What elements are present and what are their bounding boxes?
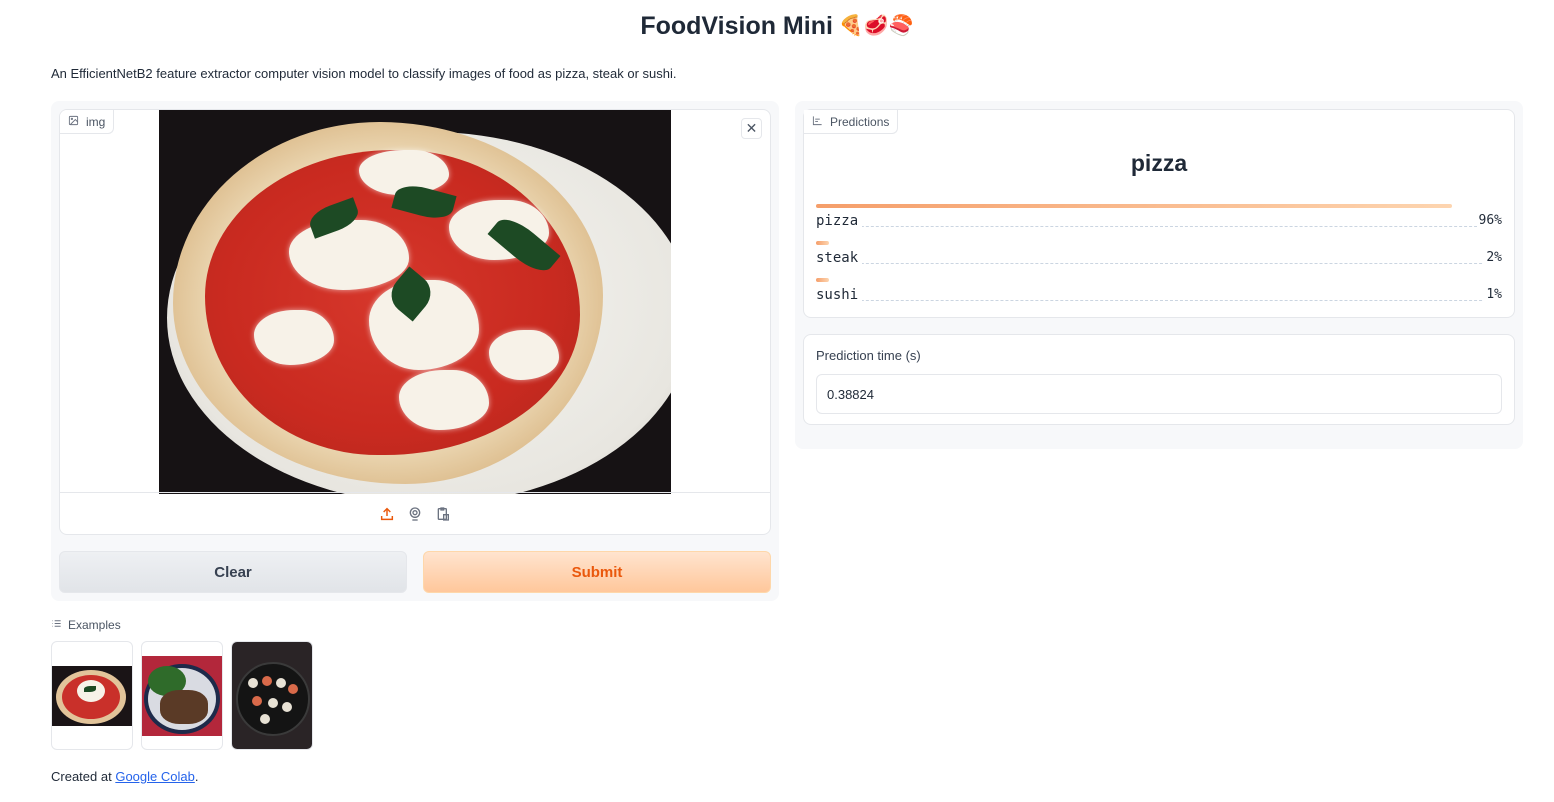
google-colab-link[interactable]: Google Colab xyxy=(115,769,195,784)
footer-suffix: . xyxy=(194,769,199,784)
clear-button[interactable]: Clear xyxy=(59,551,407,593)
confidence-leader xyxy=(816,263,1502,264)
prediction-time-label: Prediction time (s) xyxy=(816,348,921,363)
app-description: An EfficientNetB2 feature extractor comp… xyxy=(51,66,677,81)
prediction-time-panel: Prediction time (s) 0.38824 xyxy=(803,334,1515,425)
confidence-label: steak xyxy=(816,250,863,266)
confidence-row-pizza: pizza 96% xyxy=(816,204,1502,238)
image-input-label: img xyxy=(60,110,115,134)
app-title: FoodVision Mini 🍕🥩🍣 xyxy=(0,12,1554,41)
predictions-panel: Predictions pizza pizza 96% steak 2% sushi 1% xyxy=(803,109,1515,318)
close-icon[interactable]: ✕ xyxy=(741,118,762,139)
image-input-label-text: img xyxy=(86,114,106,129)
confidence-percent: 1% xyxy=(1484,287,1502,302)
list-icon xyxy=(51,618,62,632)
confidence-percent: 2% xyxy=(1484,250,1502,265)
app-title-text: FoodVision Mini xyxy=(640,12,833,40)
top-prediction: pizza xyxy=(1130,150,1188,176)
image-source-toolbar xyxy=(60,492,770,534)
confidence-row-sushi: sushi 1% xyxy=(816,278,1502,312)
predictions-label: Predictions xyxy=(804,110,899,134)
image-input[interactable]: img ✕ xyxy=(59,109,771,535)
examples-label: Examples xyxy=(51,618,121,632)
confidence-percent: 96% xyxy=(1476,213,1502,228)
input-panel: img ✕ Clear Submit xyxy=(51,101,779,601)
image-icon xyxy=(68,115,79,129)
submit-button[interactable]: Submit xyxy=(423,551,771,593)
prediction-time-field[interactable]: 0.38824 xyxy=(816,374,1502,414)
confidence-label: sushi xyxy=(816,287,863,303)
uploaded-image xyxy=(159,110,671,494)
confidence-bar xyxy=(816,278,829,282)
confidence-bar xyxy=(816,204,1452,208)
example-steak[interactable] xyxy=(141,641,223,750)
webcam-icon[interactable] xyxy=(406,505,424,523)
example-pizza[interactable] xyxy=(51,641,133,750)
predictions-label-text: Predictions xyxy=(830,114,890,129)
bar-chart-icon xyxy=(812,115,823,129)
footer-prefix: Created at xyxy=(51,769,116,784)
confidence-leader xyxy=(816,300,1502,301)
confidence-row-steak: steak 2% xyxy=(816,241,1502,275)
clipboard-icon[interactable] xyxy=(434,505,452,523)
upload-icon[interactable] xyxy=(378,505,396,523)
footer: Created at Google Colab. xyxy=(51,769,198,784)
examples-label-text: Examples xyxy=(68,618,121,632)
confidence-leader xyxy=(816,226,1502,227)
title-emoji: 🍕🥩🍣 xyxy=(838,15,914,37)
output-panel: Predictions pizza pizza 96% steak 2% sushi 1%… xyxy=(795,101,1523,449)
example-sushi[interactable] xyxy=(231,641,313,750)
confidence-label: pizza xyxy=(816,213,863,229)
confidence-bar xyxy=(816,241,830,245)
